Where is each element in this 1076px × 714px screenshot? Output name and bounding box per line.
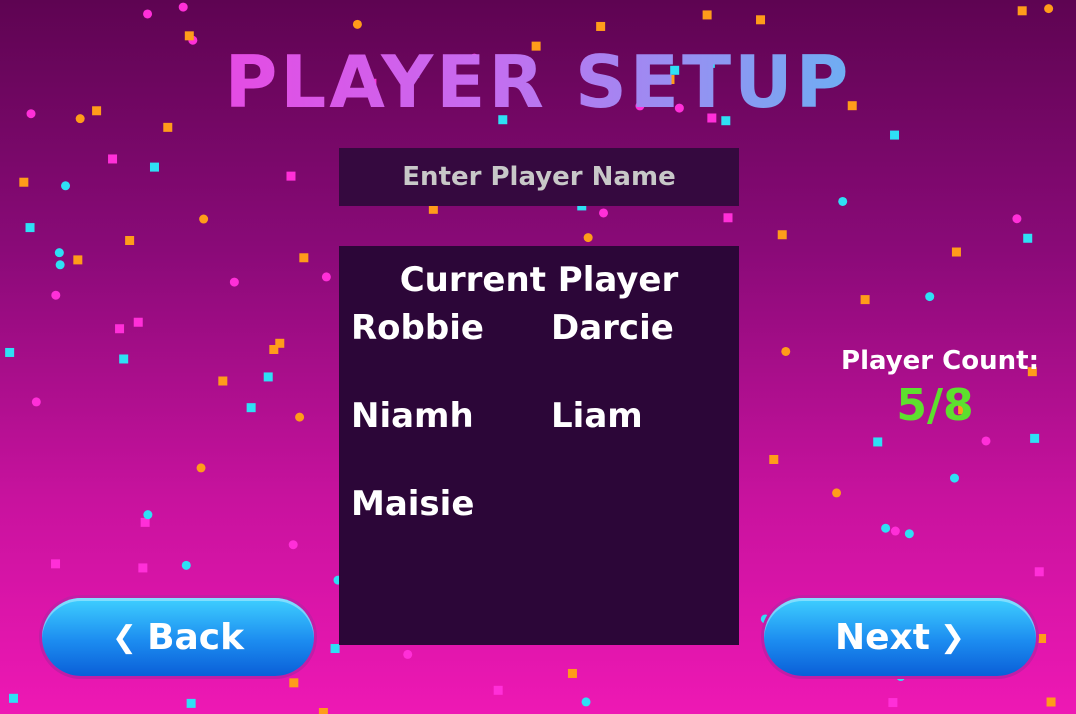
player-name: Maisie [351, 484, 475, 524]
confetti-piece [269, 344, 279, 354]
back-button-label: Back [147, 616, 245, 658]
confetti-piece [51, 290, 61, 300]
confetti-piece [263, 372, 273, 382]
next-button-label: Next [834, 616, 930, 658]
confetti-piece [8, 693, 18, 703]
confetti-piece [55, 260, 65, 270]
confetti-piece [119, 354, 129, 364]
confetti-piece [702, 10, 712, 20]
confetti-piece [73, 255, 83, 265]
confetti-piece [318, 708, 328, 714]
player-name: Darcie [551, 308, 674, 348]
confetti-piece [286, 171, 296, 181]
player-count-value: 5/8 [896, 380, 974, 431]
confetti-piece [904, 529, 914, 539]
player-name: Liam [551, 396, 643, 436]
confetti-piece [838, 196, 848, 206]
confetti-piece [581, 697, 591, 707]
confetti-piece [832, 488, 842, 498]
confetti-piece [888, 698, 898, 708]
confetti-piece [777, 230, 787, 240]
confetti-piece [133, 317, 143, 327]
player-name: Niamh [351, 396, 474, 436]
confetti-piece [951, 247, 961, 257]
page-title: PLAYER SETUP [0, 40, 1076, 124]
confetti-piece [1023, 233, 1033, 243]
confetti-piece [881, 523, 891, 533]
confetti-piece [890, 130, 900, 140]
confetti-piece [949, 473, 959, 483]
confetti-piece [321, 272, 331, 282]
confetti-piece [860, 295, 870, 305]
confetti-piece [184, 31, 194, 41]
confetti-piece [873, 437, 883, 447]
confetti-piece [246, 403, 256, 413]
confetti-piece [289, 678, 299, 688]
confetti-piece [115, 324, 125, 334]
confetti-piece [186, 698, 196, 708]
confetti-piece [1037, 633, 1047, 643]
confetti-piece [229, 277, 239, 287]
confetti-piece [1017, 6, 1027, 16]
confetti-piece [1012, 214, 1022, 224]
confetti-piece [781, 346, 791, 356]
confetti-piece [25, 223, 35, 233]
confetti-piece [769, 454, 779, 464]
confetti-piece [599, 208, 609, 218]
confetti-piece [1030, 433, 1040, 443]
confetti-piece [288, 540, 298, 550]
confetti-piece [149, 162, 159, 172]
confetti-piece [218, 376, 228, 386]
panel-heading: Current Player [399, 260, 679, 300]
confetti-piece [54, 248, 64, 258]
confetti-piece [596, 21, 606, 31]
confetti-piece [567, 668, 577, 678]
player-name: Robbie [351, 308, 484, 348]
confetti-piece [199, 214, 209, 224]
confetti-piece [31, 397, 41, 407]
confetti-piece [493, 685, 503, 695]
confetti-piece [125, 236, 135, 245]
confetti-piece [140, 517, 150, 527]
confetti-piece [583, 233, 593, 243]
player-count-label: Player Count: [841, 346, 1039, 376]
confetti-piece [143, 9, 153, 19]
confetti-piece [330, 644, 340, 654]
confetti-piece [299, 253, 309, 263]
confetti-piece [19, 177, 29, 187]
confetti-piece [163, 122, 173, 132]
chevron-left-icon: ❮ [111, 619, 138, 655]
confetti-piece [1034, 567, 1044, 577]
confetti-piece [428, 204, 438, 214]
confetti-piece [51, 559, 61, 569]
confetti-piece [352, 19, 362, 29]
confetti-piece [756, 15, 766, 25]
confetti-piece [196, 463, 206, 473]
current-players-panel: Current Player Robbie Darcie Niamh Liam … [339, 246, 739, 645]
next-button[interactable]: Next ❯ [764, 598, 1036, 676]
confetti-piece [925, 292, 935, 302]
confetti-piece [1044, 4, 1054, 14]
chevron-right-icon: ❯ [939, 619, 966, 655]
confetti-piece [1046, 697, 1056, 707]
confetti-piece [181, 560, 191, 570]
player-name-input[interactable] [339, 148, 739, 206]
confetti-piece [178, 2, 188, 12]
confetti-piece [890, 526, 900, 536]
confetti-piece [108, 154, 118, 164]
confetti-piece [295, 412, 305, 422]
confetti-piece [138, 563, 148, 573]
confetti-piece [723, 213, 733, 223]
confetti-piece [5, 347, 15, 357]
confetti-piece [61, 181, 71, 191]
confetti-piece [981, 436, 991, 446]
back-button[interactable]: ❮ Back [42, 598, 314, 676]
confetti-piece [143, 510, 153, 520]
confetti-piece [403, 649, 413, 659]
